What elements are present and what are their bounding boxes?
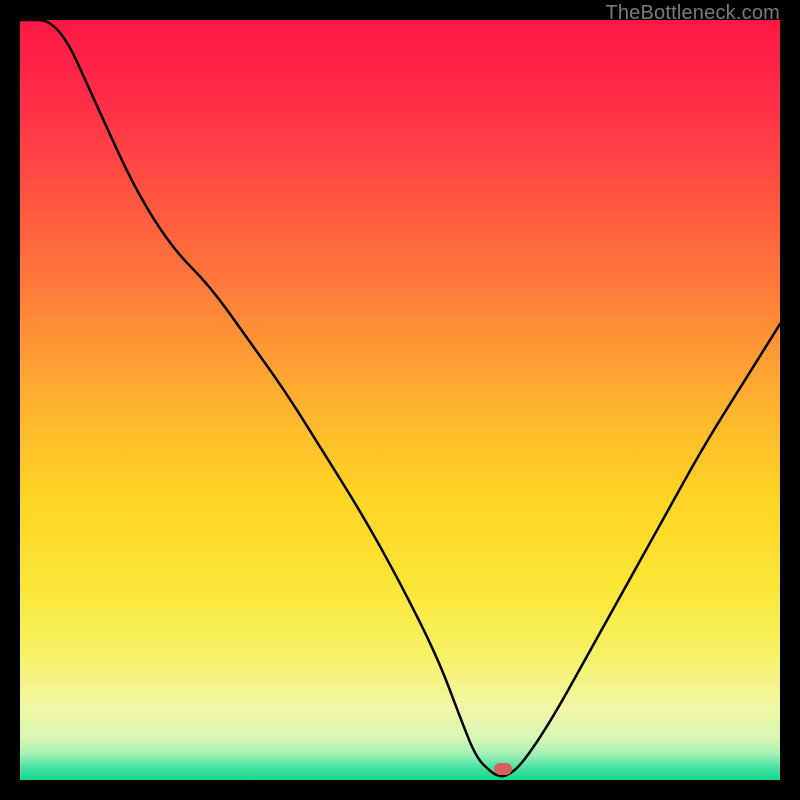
optimal-point-marker bbox=[494, 763, 512, 775]
background-gradient bbox=[20, 20, 780, 780]
plot-area bbox=[20, 20, 780, 780]
chart-frame: TheBottleneck.com bbox=[0, 0, 800, 800]
